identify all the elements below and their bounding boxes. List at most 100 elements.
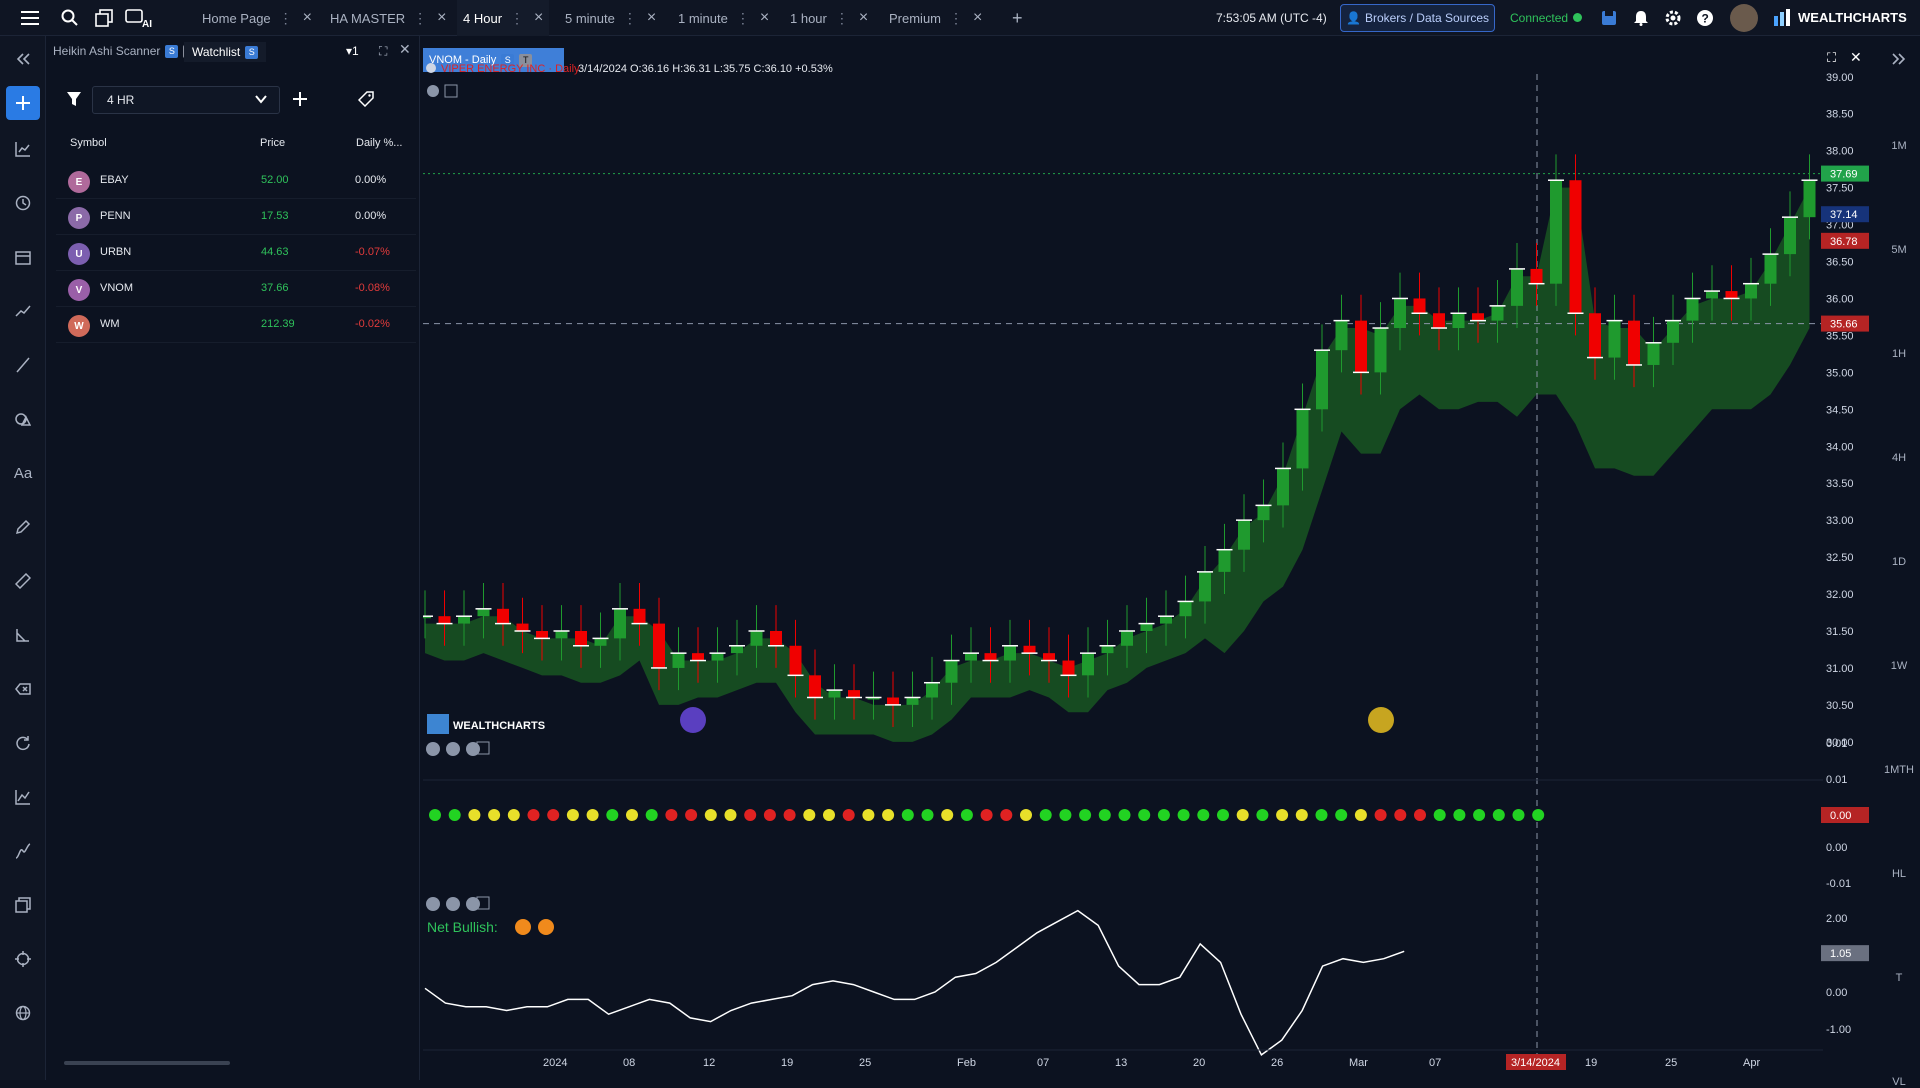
timeframe-5m[interactable]: 5M: [1878, 244, 1920, 256]
symbol-cell: URBN: [100, 246, 132, 258]
candle-body: [770, 630, 782, 646]
signal-dot: [1039, 809, 1052, 821]
more-icon[interactable]: ⋮: [413, 10, 427, 27]
more-icon[interactable]: ⋮: [949, 10, 963, 27]
eraser-icon[interactable]: [10, 676, 36, 702]
timeframe-select[interactable]: 4 HR: [92, 86, 280, 114]
timeframe-1m[interactable]: 1M: [1878, 140, 1920, 152]
column-header-price[interactable]: Price: [260, 137, 285, 149]
calendar-icon[interactable]: [10, 244, 36, 270]
tab-1-minute[interactable]: 1 minute ⋮ ×: [678, 0, 769, 36]
more-icon[interactable]: ⋮: [736, 10, 750, 27]
trend-icon[interactable]: [10, 298, 36, 324]
close-tab-icon[interactable]: ×: [437, 10, 446, 26]
tab-premium[interactable]: Premium ⋮ ×: [889, 0, 982, 36]
signal-dot: [527, 809, 540, 821]
close-tab-icon[interactable]: ×: [859, 10, 868, 26]
tag-icon[interactable]: [357, 91, 374, 112]
timeframe-4h[interactable]: 4H: [1878, 452, 1920, 464]
help-icon[interactable]: ?: [1693, 6, 1717, 30]
layouts-icon[interactable]: [92, 6, 116, 30]
close-panel-icon[interactable]: ✕: [399, 41, 411, 58]
menu-icon[interactable]: [18, 6, 42, 30]
price-chart[interactable]: VIPER ENERGY INC · Daily3/14/2024 O:36.1…: [423, 44, 1879, 1074]
more-icon[interactable]: ⋮: [279, 10, 293, 27]
timeframe-1w[interactable]: 1W: [1878, 660, 1920, 672]
bell-icon[interactable]: [1629, 6, 1653, 30]
symbol-cell: PENN: [100, 210, 131, 222]
timeframe-hl[interactable]: HL: [1878, 868, 1920, 880]
column-header-symbol[interactable]: Symbol: [70, 137, 107, 149]
timeframe-vl[interactable]: VL: [1878, 1076, 1920, 1088]
expand-icon[interactable]: ⛶: [379, 44, 387, 59]
candle-body: [1238, 520, 1250, 550]
more-icon[interactable]: ⋮: [835, 10, 849, 27]
signal-dot: [980, 809, 993, 821]
chart-type-icon[interactable]: [10, 136, 36, 162]
more-icon[interactable]: ⋮: [510, 10, 524, 27]
brokers-button[interactable]: 👤 Brokers / Data Sources: [1340, 4, 1495, 32]
collapse-left-icon[interactable]: [10, 46, 36, 72]
candle-body: [438, 616, 451, 624]
candle-body: [1199, 571, 1211, 602]
candle-body: [1160, 616, 1172, 624]
table-row[interactable]: P PENN 17.53 0.00%: [56, 199, 416, 235]
tab-home-page[interactable]: Home Page ⋮ ×: [202, 0, 312, 36]
add-indicator-icon: [444, 84, 458, 98]
candle-body: [1686, 298, 1699, 321]
globe-icon[interactable]: [10, 1000, 36, 1026]
line-tool-icon[interactable]: [10, 352, 36, 378]
date-tick: 13: [1115, 1057, 1127, 1069]
signal-dot: [1315, 809, 1328, 821]
add-symbol-icon[interactable]: [292, 91, 308, 112]
tab-watchlist[interactable]: Watchlist S: [184, 42, 267, 62]
collapse-right-icon[interactable]: [1886, 46, 1912, 72]
avatar[interactable]: [1730, 4, 1758, 32]
signal-dot: [842, 809, 855, 821]
table-row[interactable]: V VNOM 37.66 -0.08%: [56, 271, 416, 307]
pencil-icon[interactable]: [10, 514, 36, 540]
shapes-icon[interactable]: [10, 406, 36, 432]
timeframe-1mth[interactable]: 1MTH: [1878, 764, 1920, 776]
add-icon[interactable]: [6, 86, 40, 120]
add-tab-icon[interactable]: +: [1012, 0, 1023, 36]
tab-1-hour[interactable]: 1 hour ⋮ ×: [790, 0, 868, 36]
table-row[interactable]: U URBN 44.63 -0.07%: [56, 235, 416, 271]
table-row[interactable]: E EBAY 52.00 0.00%: [56, 163, 416, 199]
tab-heikin-ashi-scanner[interactable]: Heikin Ashi ScannerST: [53, 44, 197, 58]
ai-assistant-icon[interactable]: AI: [124, 6, 156, 30]
save-icon[interactable]: [1597, 6, 1621, 30]
search-icon[interactable]: [58, 6, 82, 30]
clock-icon[interactable]: [10, 190, 36, 216]
tab-4-hour[interactable]: 4 Hour ⋮ ×: [457, 0, 550, 36]
tab-ha-master[interactable]: HA MASTER ⋮ ×: [330, 0, 446, 36]
close-tab-icon[interactable]: ×: [534, 10, 543, 26]
more-icon[interactable]: ⋮: [623, 10, 637, 27]
candle-body: [672, 653, 685, 668]
table-row[interactable]: W WM 212.39 -0.02%: [56, 307, 416, 343]
indicator-icon[interactable]: [10, 784, 36, 810]
templates-icon[interactable]: [10, 892, 36, 918]
close-tab-icon[interactable]: ×: [973, 10, 982, 26]
refresh-icon[interactable]: [10, 730, 36, 756]
timeframe-1d[interactable]: 1D: [1878, 556, 1920, 568]
candle-body: [1004, 645, 1016, 661]
horizontal-scrollbar[interactable]: [64, 1061, 230, 1065]
ruler-icon[interactable]: [10, 568, 36, 594]
close-tab-icon[interactable]: ×: [303, 10, 312, 26]
watchlist-count[interactable]: ▾ 1: [346, 44, 359, 58]
column-header-daily-change[interactable]: Daily %...: [356, 137, 402, 149]
text-tool-icon[interactable]: Aa: [10, 460, 36, 486]
close-tab-icon[interactable]: ×: [760, 10, 769, 26]
curve-tool-icon[interactable]: [10, 838, 36, 864]
crosshair-icon[interactable]: [10, 946, 36, 972]
timeframe-rail: 1M 5M 1H 4H 1D 1W 1MTH HL T VL: [1878, 36, 1920, 1088]
timeframe-t[interactable]: T: [1878, 972, 1920, 984]
gear-icon[interactable]: [1661, 6, 1685, 30]
measure-icon[interactable]: [10, 622, 36, 648]
filter-icon[interactable]: [66, 91, 82, 112]
signal-dot: [1138, 809, 1151, 821]
tab-5-minute[interactable]: 5 minute ⋮ ×: [565, 0, 656, 36]
close-tab-icon[interactable]: ×: [647, 10, 656, 26]
timeframe-1h[interactable]: 1H: [1878, 348, 1920, 360]
